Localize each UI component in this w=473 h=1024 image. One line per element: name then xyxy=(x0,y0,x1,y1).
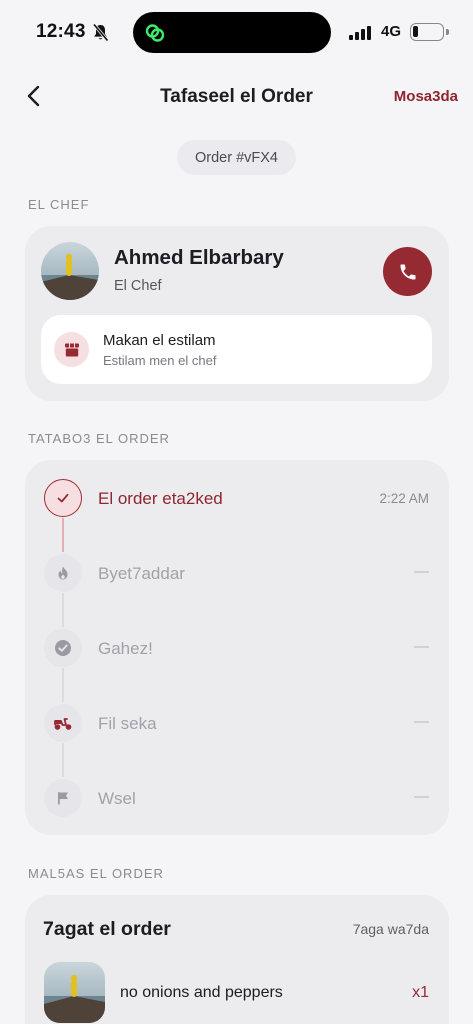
chef-card: Ahmed Elbarbary El Chef Makan el estilam… xyxy=(25,226,449,401)
avatar xyxy=(41,242,99,300)
track-connector xyxy=(62,593,64,627)
store-icon xyxy=(54,332,89,367)
chef-section-label: EL CHEF xyxy=(28,197,90,212)
chef-name: Ahmed Elbarbary xyxy=(114,246,284,269)
step-time: — xyxy=(414,788,429,805)
tracking-step: Wsel — xyxy=(25,779,449,819)
bell-off-icon xyxy=(92,23,109,42)
battery-icon xyxy=(410,23,444,41)
tracking-section-label: TATABO3 EL ORDER xyxy=(28,431,170,446)
step-label: Byet7addar xyxy=(98,564,185,583)
step-time: — xyxy=(414,713,429,730)
summary-section-label: MAL5AS EL ORDER xyxy=(28,866,164,881)
item-thumbnail xyxy=(44,962,105,1023)
item-name: no onions and peppers xyxy=(120,984,283,1001)
items-count: 7aga wa7da xyxy=(352,921,429,937)
scooter-icon xyxy=(44,704,82,742)
items-title: 7agat el order xyxy=(43,918,171,940)
step-time: — xyxy=(414,563,429,580)
help-link[interactable]: Mosa3da xyxy=(394,88,458,105)
step-time: 2:22 AM xyxy=(379,491,429,506)
tracking-step: El order eta2ked 2:22 AM xyxy=(25,479,449,519)
app-activity-icon xyxy=(145,24,165,42)
step-label: Gahez! xyxy=(98,639,153,658)
step-time: — xyxy=(414,638,429,655)
track-connector xyxy=(62,743,64,777)
step-label: El order eta2ked xyxy=(98,489,223,508)
pickup-title: Makan el estilam xyxy=(103,332,216,349)
order-summary-card: 7agat el order 7aga wa7da no onions and … xyxy=(25,895,449,1024)
tracking-step: Fil seka — xyxy=(25,704,449,744)
step-label: Fil seka xyxy=(98,714,157,733)
item-quantity: x1 xyxy=(412,984,429,1001)
pickup-location[interactable]: Makan el estilam Estilam men el chef xyxy=(41,315,432,384)
signal-icon xyxy=(349,26,373,40)
track-connector xyxy=(62,518,64,552)
flag-icon xyxy=(44,779,82,817)
status-bar: 12:43 4G xyxy=(0,0,473,62)
check-circle-icon xyxy=(44,629,82,667)
flame-icon xyxy=(44,554,82,592)
order-number-chip: Order #vFX4 xyxy=(177,140,296,175)
dynamic-island xyxy=(133,12,331,53)
battery-cap xyxy=(446,29,449,35)
tracking-step: Byet7addar — xyxy=(25,554,449,594)
call-button[interactable] xyxy=(383,247,432,296)
order-tracking-card: El order eta2ked 2:22 AM Byet7addar — Ga… xyxy=(25,460,449,835)
status-time: 12:43 xyxy=(36,21,86,42)
step-label: Wsel xyxy=(98,789,136,808)
check-icon xyxy=(44,479,82,517)
track-connector xyxy=(62,668,64,702)
chef-role: El Chef xyxy=(114,278,162,294)
tracking-step: Gahez! — xyxy=(25,629,449,669)
phone-icon xyxy=(400,264,415,279)
network-type: 4G xyxy=(381,23,402,40)
pickup-subtitle: Estilam men el chef xyxy=(103,353,217,368)
